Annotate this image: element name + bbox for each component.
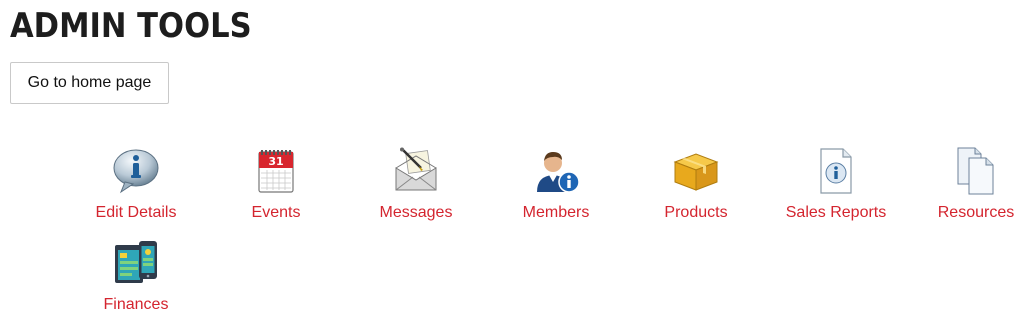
tool-label: Messages — [379, 204, 453, 221]
documents-icon — [957, 147, 994, 195]
tool-resources[interactable]: Resources — [906, 146, 1029, 222]
tool-label: Finances — [103, 296, 169, 313]
tool-sales-reports[interactable]: Sales Reports — [766, 146, 906, 222]
box-icon — [673, 153, 719, 191]
tool-label: Sales Reports — [785, 204, 887, 221]
calendar-day-text: 31 — [268, 155, 283, 168]
tool-label: Products — [664, 204, 728, 221]
tool-events[interactable]: 31 Events — [206, 146, 346, 222]
tool-label: Events — [251, 204, 301, 221]
home-page-button[interactable]: Go to home page — [10, 62, 169, 104]
tool-members[interactable]: Members — [486, 146, 626, 222]
page-title: ADMIN TOOLS — [10, 6, 252, 46]
tool-finances[interactable]: Finances — [66, 238, 206, 314]
report-info-icon — [820, 148, 852, 194]
admin-tools-page: ADMIN TOOLS Go to home page Edit Details — [0, 0, 1029, 323]
info-bubble-icon — [113, 149, 159, 194]
envelope-icon — [395, 147, 437, 191]
calendar-icon: 31 — [258, 150, 294, 193]
tool-label: Resources — [937, 204, 1015, 221]
user-info-icon — [537, 152, 580, 193]
tool-label: Members — [522, 204, 590, 221]
tool-messages[interactable]: Messages — [346, 146, 486, 222]
tool-label: Edit Details — [95, 204, 177, 221]
finance-devices-icon — [115, 241, 157, 283]
tool-edit-details[interactable]: Edit Details — [66, 146, 206, 222]
tool-products[interactable]: Products — [626, 146, 766, 222]
